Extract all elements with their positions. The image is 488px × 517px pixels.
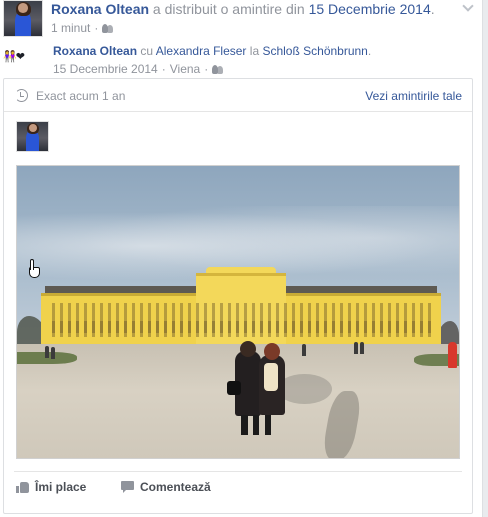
chevron-down-icon[interactable] [462, 2, 474, 14]
photo-palace [41, 267, 441, 345]
hand-cursor-icon [26, 259, 42, 281]
photo-red-person [448, 342, 457, 368]
post-photo[interactable] [16, 165, 460, 459]
post-text: 👭❤ [3, 51, 25, 63]
like-label: Îmi place [35, 480, 87, 494]
author-name-link[interactable]: Roxana Oltean [51, 1, 149, 17]
post-action-text: a distribuit o amintire din [152, 1, 305, 17]
comment-button[interactable]: Comentează [121, 480, 211, 494]
author-avatar[interactable] [3, 0, 43, 37]
photo-people [227, 341, 297, 436]
inner-author-link[interactable]: Roxana Oltean [53, 44, 137, 58]
post: Roxana Oltean a distribuit o amintire di… [0, 0, 482, 517]
photo-bg-person [354, 342, 358, 354]
tagged-friend-link[interactable]: Alexandra Fleser [156, 44, 247, 58]
like-icon [16, 481, 29, 493]
photo-bg-person [45, 346, 49, 358]
post-header: Roxana Oltean a distribuit o amintire di… [51, 1, 435, 18]
memory-ago: Exact acum 1 an [36, 89, 126, 103]
action-bar: Îmi place Comentează [14, 471, 462, 503]
clock-icon [15, 89, 28, 102]
comment-label: Comentează [140, 480, 211, 494]
with-word: cu [137, 44, 156, 58]
memory-header: Exact acum 1 an Vezi amintirile tale [4, 79, 472, 112]
post-meta: 1 minut · [51, 21, 114, 35]
inner-meta-separator-2: · [204, 62, 209, 76]
comment-icon [121, 481, 134, 493]
photo-bg-person [302, 344, 306, 356]
meta-separator: · [94, 21, 99, 35]
inner-post-header: Roxana Oltean cu Alexandra Fleser la Sch… [53, 44, 371, 58]
location-link[interactable]: Schloß Schönbrunn [262, 44, 367, 58]
right-edge-scroll-area [482, 0, 488, 517]
memory-date-link[interactable]: 15 Decembrie 2014 [309, 1, 431, 17]
like-button[interactable]: Îmi place [16, 480, 86, 494]
location-suffix: . [367, 44, 372, 58]
inner-post-date[interactable]: 15 Decembrie 2014 [53, 62, 158, 76]
photo-bg-person [51, 347, 55, 359]
inner-meta-separator: · [161, 62, 166, 76]
inner-post-city[interactable]: Viena [170, 62, 200, 76]
date-suffix: . [430, 1, 435, 17]
photo-bg-person [360, 342, 364, 354]
post-timestamp[interactable]: 1 minut [51, 21, 90, 35]
see-memories-link[interactable]: Vezi amintirile tale [365, 89, 462, 103]
inner-friends-icon[interactable] [212, 64, 224, 74]
friends-icon[interactable] [102, 23, 114, 33]
at-word: la [246, 44, 263, 58]
inner-author-avatar[interactable] [16, 121, 49, 152]
inner-post-meta: 15 Decembrie 2014 · Viena · [53, 62, 224, 76]
